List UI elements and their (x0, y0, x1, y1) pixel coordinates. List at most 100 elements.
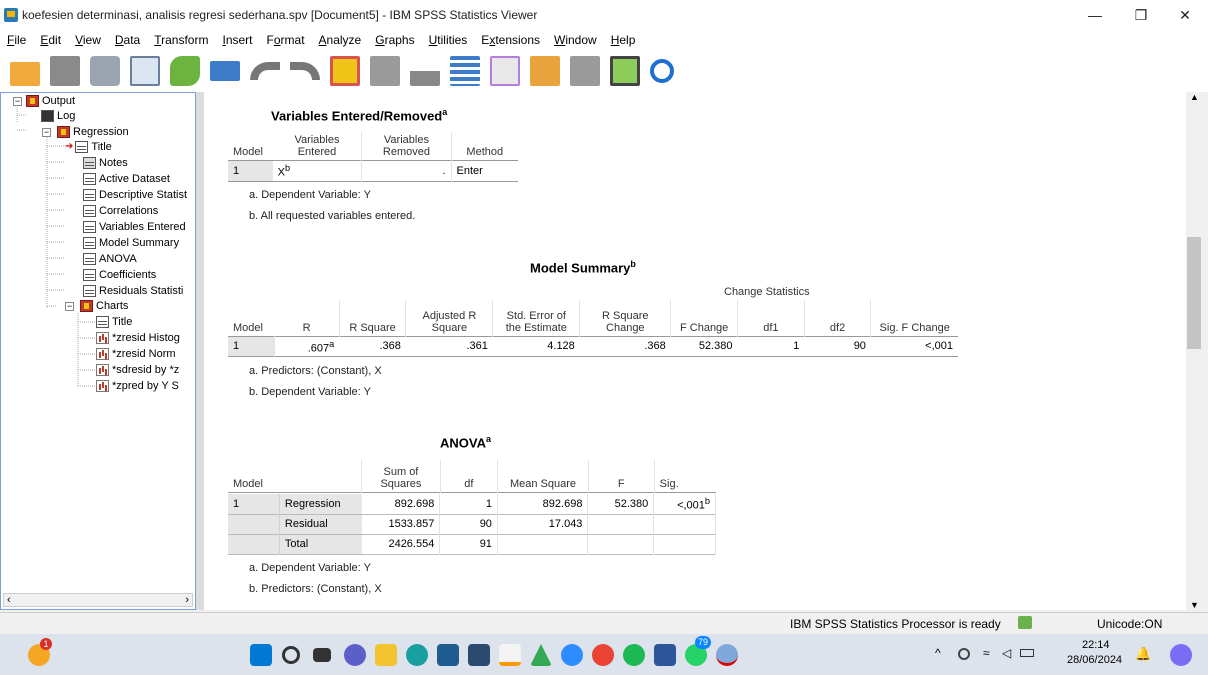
tree-node-chart-zpred[interactable]: *zpred by Y S (96, 378, 194, 393)
designate-window-icon[interactable] (450, 56, 480, 86)
file-explorer-icon[interactable] (375, 644, 397, 666)
tray-chevron-icon[interactable]: ^ (935, 646, 941, 660)
wifi-icon[interactable]: ≈ (983, 646, 990, 660)
restore-button[interactable]: ❐ (1118, 0, 1164, 30)
store-icon[interactable] (437, 644, 459, 666)
amazon-icon[interactable] (499, 644, 521, 666)
promote-icon[interactable] (530, 56, 560, 86)
notification-bell-icon[interactable]: 🔔 (1135, 646, 1151, 662)
task-view-icon[interactable] (313, 648, 331, 662)
tree-node-charts[interactable]: Charts (80, 298, 128, 313)
mean-square-cell (497, 534, 589, 555)
zoom-icon[interactable] (561, 644, 583, 666)
scroll-left-icon[interactable]: ‹ (7, 594, 11, 606)
edge-icon[interactable] (406, 644, 428, 666)
dropbox-icon[interactable] (468, 644, 490, 666)
spss-taskbar-icon[interactable] (716, 644, 738, 666)
tree-node-notes[interactable]: Notes (83, 155, 128, 170)
tree-node-chart-sdresid[interactable]: *sdresid by *z (96, 362, 194, 377)
word-icon[interactable] (654, 644, 676, 666)
collapse-charts-toggle[interactable]: − (65, 302, 74, 311)
menu-item[interactable]: File (0, 33, 33, 47)
volume-icon[interactable]: ◁ (1002, 646, 1011, 660)
df1-cell: 1 (793, 340, 800, 353)
tree-node-anova[interactable]: ANOVA (83, 251, 137, 266)
goto-case-icon[interactable] (370, 56, 400, 86)
start-icon[interactable] (250, 644, 272, 666)
goto-data-icon[interactable] (330, 56, 360, 86)
menu-item[interactable]: Window (547, 33, 604, 47)
menu-label: tilities (437, 33, 468, 47)
menu-item[interactable]: Analyze (312, 33, 369, 47)
tree-horizontal-scrollbar[interactable]: ‹ › (3, 593, 193, 607)
tree-node-chart-normal[interactable]: *zresid Norm (96, 346, 194, 361)
scroll-up-icon[interactable]: ▲ (1190, 92, 1199, 102)
sig-cell-text: <,001 (677, 499, 705, 512)
menu-item[interactable]: Help (604, 33, 643, 47)
export-icon[interactable] (170, 56, 200, 86)
chrome-icon[interactable] (592, 644, 614, 666)
collapse-icon[interactable] (570, 56, 600, 86)
battery-icon[interactable] (1020, 649, 1034, 657)
menu-item[interactable]: Utilities (422, 33, 475, 47)
tree-node-descriptive-statistics[interactable]: Descriptive Statist (83, 187, 187, 202)
clock-date[interactable]: 28/06/2024 (1067, 654, 1122, 666)
tree-node-log[interactable]: Log (41, 108, 75, 123)
menu-item[interactable]: Insert (215, 33, 259, 47)
insert-output-icon[interactable] (610, 56, 640, 86)
recall-dialog-icon[interactable] (210, 61, 240, 81)
scroll-down-icon[interactable]: ▼ (1190, 600, 1199, 610)
df2-cell: 90 (853, 340, 866, 353)
tree-node-charts-title[interactable]: Title (96, 314, 132, 329)
collapse-output-toggle[interactable]: − (13, 97, 22, 106)
menu-item[interactable]: Data (108, 33, 147, 47)
tree-node-regression[interactable]: Regression (57, 124, 129, 139)
tree-node-title[interactable]: ➔ Title (65, 139, 112, 154)
menu-item[interactable]: Edit (33, 33, 68, 47)
print-icon[interactable] (90, 56, 120, 86)
content-vertical-scrollbar[interactable]: ▲ ▼ (1186, 92, 1202, 610)
clock-time[interactable]: 22:14 (1082, 639, 1110, 651)
df-cell: 1 (439, 494, 498, 515)
chart-icon (96, 363, 109, 376)
collapse-regression-toggle[interactable]: − (42, 128, 51, 137)
anova-table: Model Sum of Squares df Mean Square F Si… (228, 460, 716, 493)
notes-icon (83, 156, 96, 169)
undo-icon[interactable] (250, 62, 280, 80)
anova-title: ANOVAa (440, 434, 491, 451)
pane-splitter[interactable] (196, 92, 204, 610)
menu-item[interactable]: Format (260, 33, 312, 47)
copilot-icon[interactable] (1170, 644, 1192, 666)
menu-item[interactable]: Extensions (474, 33, 547, 47)
drive-icon[interactable] (530, 644, 552, 666)
tree-node-active-dataset[interactable]: Active Dataset (83, 171, 170, 186)
tree-node-chart-histogram[interactable]: *zresid Histog (96, 330, 194, 345)
search-icon[interactable] (650, 59, 674, 83)
menu-item[interactable]: View (68, 33, 108, 47)
teams-icon[interactable] (344, 644, 366, 666)
select-last-output-icon[interactable] (490, 56, 520, 86)
print-preview-icon[interactable] (130, 56, 160, 86)
tree-node-correlations[interactable]: Correlations (83, 203, 158, 218)
tree-node-model-summary[interactable]: Model Summary (83, 235, 179, 250)
menu-item[interactable]: Graphs (368, 33, 421, 47)
minimize-button[interactable]: — (1072, 0, 1118, 30)
close-button[interactable]: ✕ (1162, 0, 1208, 30)
sig-cell (653, 514, 716, 535)
variables-icon[interactable] (410, 56, 440, 86)
scrollbar-thumb[interactable] (1187, 237, 1201, 349)
tree-node-coefficients[interactable]: Coefficients (83, 267, 156, 282)
open-folder-icon[interactable] (10, 62, 40, 86)
tree-node-output[interactable]: Output (26, 93, 75, 108)
model-cell: 1 (228, 160, 273, 182)
menu-item[interactable]: Transform (147, 33, 215, 47)
search-icon[interactable] (282, 646, 300, 664)
tree-node-residuals-statistics[interactable]: Residuals Statisti (83, 283, 183, 298)
tree-node-variables-entered[interactable]: Variables Entered (83, 219, 186, 234)
spotify-icon[interactable] (623, 644, 645, 666)
log-icon (41, 109, 54, 122)
save-icon[interactable] (50, 56, 80, 86)
scroll-right-icon[interactable]: › (185, 594, 189, 606)
redo-icon[interactable] (290, 62, 320, 80)
onedrive-icon[interactable] (958, 648, 970, 660)
